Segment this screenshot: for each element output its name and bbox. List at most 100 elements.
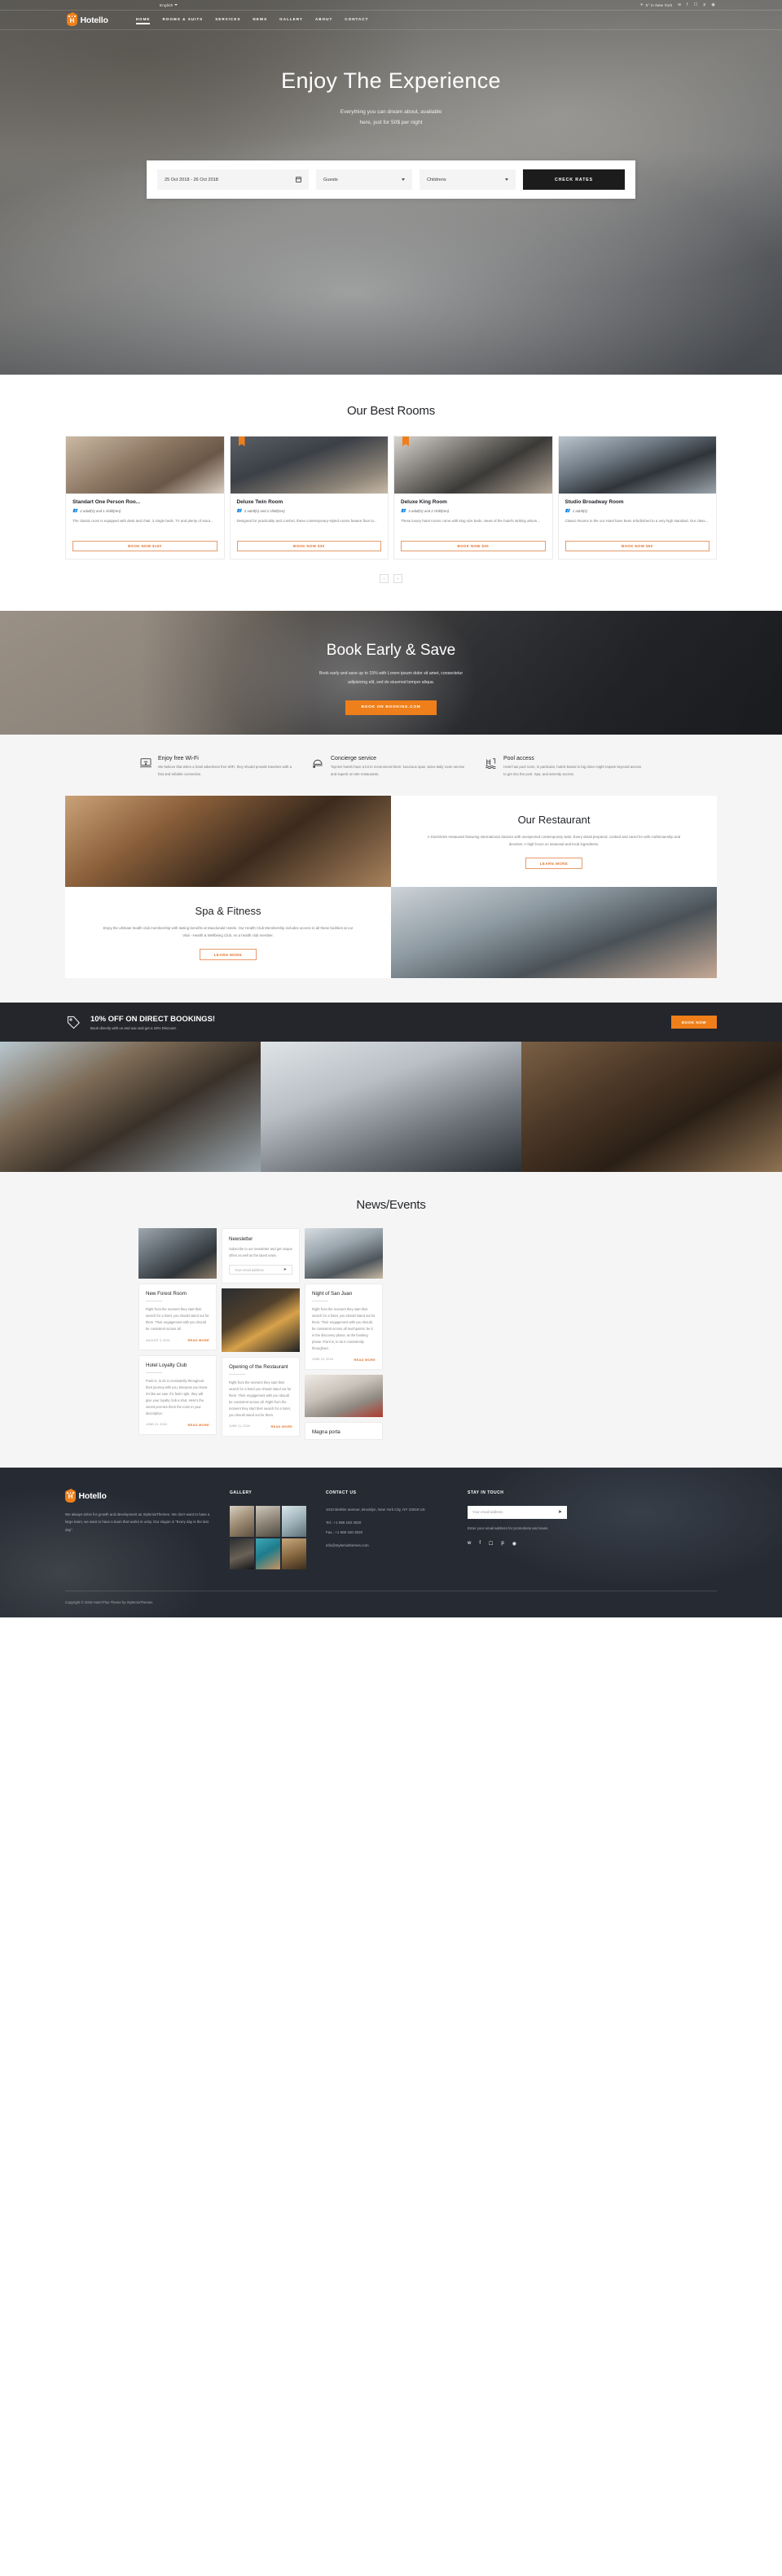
pinterest-icon[interactable]: p: [703, 2, 705, 7]
carousel-next-button[interactable]: ›: [393, 574, 402, 583]
footer-email-placeholder: Your email address: [472, 1510, 503, 1515]
promo-book-now-button[interactable]: BOOK NOW: [671, 1016, 717, 1029]
book-now-button[interactable]: BOOK NOW $30: [236, 541, 381, 551]
language-label: English: [160, 2, 174, 7]
news-card[interactable]: Magna porta: [305, 1421, 383, 1440]
book-early-sub-line1: Book early and save up to 15% with Lorem…: [319, 671, 463, 676]
newsletter-submit-icon[interactable]: ➤: [283, 1267, 287, 1272]
nav-item-gallery[interactable]: GALLERY: [279, 17, 303, 24]
footer-email[interactable]: info@stylemixthemes.com: [326, 1542, 448, 1549]
news-image: [138, 1228, 217, 1279]
news-image: [305, 1374, 383, 1417]
feature-item: Concierge service Top-tier hotels have a…: [311, 756, 469, 778]
read-more-link[interactable]: READ MORE: [354, 1358, 376, 1362]
nav-item-contact[interactable]: CONTACT: [345, 17, 368, 24]
nav-item-about[interactable]: ABOUT: [315, 17, 332, 24]
news-text: Right from the moment they start their s…: [146, 1307, 209, 1332]
room-card[interactable]: Standart One Person Roo... 👥 2 adult(s) …: [65, 436, 225, 560]
footer-about-text: We always strive for growth and developm…: [65, 1512, 210, 1532]
nav-item-home[interactable]: HOME: [135, 17, 151, 24]
book-now-button[interactable]: BOOK NOW $100: [72, 541, 217, 551]
news-card[interactable]: Opening of the Restaurant Right from the…: [222, 1357, 300, 1437]
room-card[interactable]: Studio Broadway Room 👥 1 adult(s) Classi…: [557, 436, 717, 560]
facebook-icon[interactable]: f: [687, 2, 688, 7]
news-title: New Forest Room: [146, 1291, 187, 1297]
news-image: [305, 1228, 383, 1279]
instagram-icon[interactable]: ☐: [489, 1541, 493, 1547]
pool-icon: [484, 756, 498, 770]
news-card[interactable]: Night of San Juan Right from the moment …: [305, 1284, 383, 1370]
calendar-icon: [296, 177, 301, 183]
read-more-link[interactable]: READ MORE: [271, 1424, 292, 1428]
spa-image: [391, 887, 717, 979]
hero-subtitle-line2: here, just for 50$ per night: [359, 119, 423, 125]
footer-tel: Tel.: +1 998 150 3020: [326, 1521, 362, 1525]
hotello-logo-icon: H: [67, 14, 77, 26]
room-card[interactable]: Deluxe King Room 👥 3 adult(s) and 2 chil…: [393, 436, 553, 560]
guests-select[interactable]: Guests: [316, 169, 412, 191]
gallery-strip: [0, 1042, 782, 1173]
tripadvisor-icon[interactable]: ◉: [512, 1541, 516, 1547]
divider: [146, 1372, 162, 1374]
carousel-prev-button[interactable]: ‹: [380, 574, 389, 583]
hero-content: Enjoy The Experience Everything you can …: [0, 30, 782, 200]
footer-logo[interactable]: H Hotello: [65, 1490, 210, 1503]
twitter-icon[interactable]: w: [678, 2, 681, 7]
gallery-image[interactable]: [0, 1042, 261, 1173]
book-now-button[interactable]: BOOK NOW $50: [565, 541, 710, 551]
nav-item-services[interactable]: SERVICES: [215, 17, 240, 24]
check-rates-button[interactable]: CHECK RATES: [523, 169, 625, 191]
footer-email-input[interactable]: Your email address ➤: [468, 1505, 567, 1519]
children-select[interactable]: Childrens: [420, 169, 516, 191]
book-now-button[interactable]: BOOK NOW $30: [401, 541, 546, 551]
twitter-icon[interactable]: w: [468, 1541, 471, 1547]
footer-gallery-thumb[interactable]: [282, 1505, 306, 1537]
guests-value: Guests: [323, 177, 338, 182]
footer-contact-column: CONTACT US 1010 Berkler avenue, Brooklyn…: [326, 1490, 448, 1569]
brand-logo[interactable]: H Hotello: [67, 14, 108, 26]
room-image: [66, 437, 224, 494]
newsletter-email-input[interactable]: Your email address ➤: [229, 1265, 292, 1275]
footer-gallery-grid: [230, 1505, 306, 1569]
feature-title: Concierge service: [331, 756, 377, 761]
facebook-icon[interactable]: f: [479, 1541, 481, 1547]
read-more-link[interactable]: READ MORE: [188, 1338, 209, 1342]
room-description: Classic Rooms in the our Hotel have been…: [565, 519, 709, 523]
room-image: [394, 437, 552, 494]
nav-item-rooms[interactable]: ROOMS & SUITS: [162, 17, 203, 24]
gallery-image[interactable]: [521, 1042, 782, 1173]
read-more-link[interactable]: READ MORE: [188, 1423, 209, 1427]
language-selector[interactable]: English: [160, 3, 178, 7]
restaurant-spa-section: Our Restaurant A Stockholm restaurant fe…: [0, 796, 782, 1003]
footer-touch-heading: STAY IN TOUCH: [468, 1490, 504, 1495]
footer-email-submit-icon[interactable]: ➤: [558, 1509, 562, 1515]
nav-item-news[interactable]: NEWS: [253, 17, 267, 24]
footer-touch-column: STAY IN TOUCH Your email address ➤ Enter…: [468, 1490, 582, 1569]
footer-socials: w f ☐ p ◉: [468, 1541, 582, 1547]
footer-gallery-thumb[interactable]: [230, 1538, 254, 1569]
news-card[interactable]: New Forest Room Right from the moment th…: [138, 1284, 217, 1351]
gallery-image[interactable]: [261, 1042, 521, 1173]
room-description: Designed for practicality and comfort, t…: [236, 519, 377, 523]
room-description: The classic room is equipped with desk a…: [72, 519, 213, 523]
spa-learn-more-button[interactable]: LEARN MORE: [200, 949, 257, 961]
footer-gallery-thumb[interactable]: [230, 1505, 254, 1537]
newsletter-card: Newsletter Subscribe to our newsletter a…: [222, 1228, 300, 1284]
news-date: AUGUST 3, 2018: [146, 1338, 170, 1342]
divider: [229, 1374, 245, 1376]
footer-gallery-thumb[interactable]: [256, 1505, 280, 1537]
tripadvisor-icon[interactable]: ◉: [711, 2, 715, 7]
news-title: Hotel Loyalty Club: [146, 1363, 187, 1369]
room-card[interactable]: Deluxe Twin Room 👥 2 adult(s) and 2 chil…: [229, 436, 389, 560]
news-card[interactable]: Hotel Loyalty Club Point is, to do it co…: [138, 1355, 217, 1435]
instagram-icon[interactable]: ☐: [694, 2, 698, 7]
date-range-input[interactable]: 25 Oct 2018 - 26 Oct 2018: [157, 169, 309, 191]
chevron-down-icon: [174, 4, 178, 6]
book-on-booking-button[interactable]: BOOK ON BOOKING.COM: [345, 700, 437, 715]
rooms-grid: Standart One Person Roo... 👥 2 adult(s) …: [65, 436, 717, 560]
footer-gallery-thumb[interactable]: [256, 1538, 280, 1569]
restaurant-learn-more-button[interactable]: LEARN MORE: [525, 858, 582, 870]
pinterest-icon[interactable]: p: [501, 1541, 503, 1547]
spa-row: Spa & Fitness Enjoy the ultimate health …: [65, 887, 717, 979]
footer-gallery-thumb[interactable]: [282, 1538, 306, 1569]
